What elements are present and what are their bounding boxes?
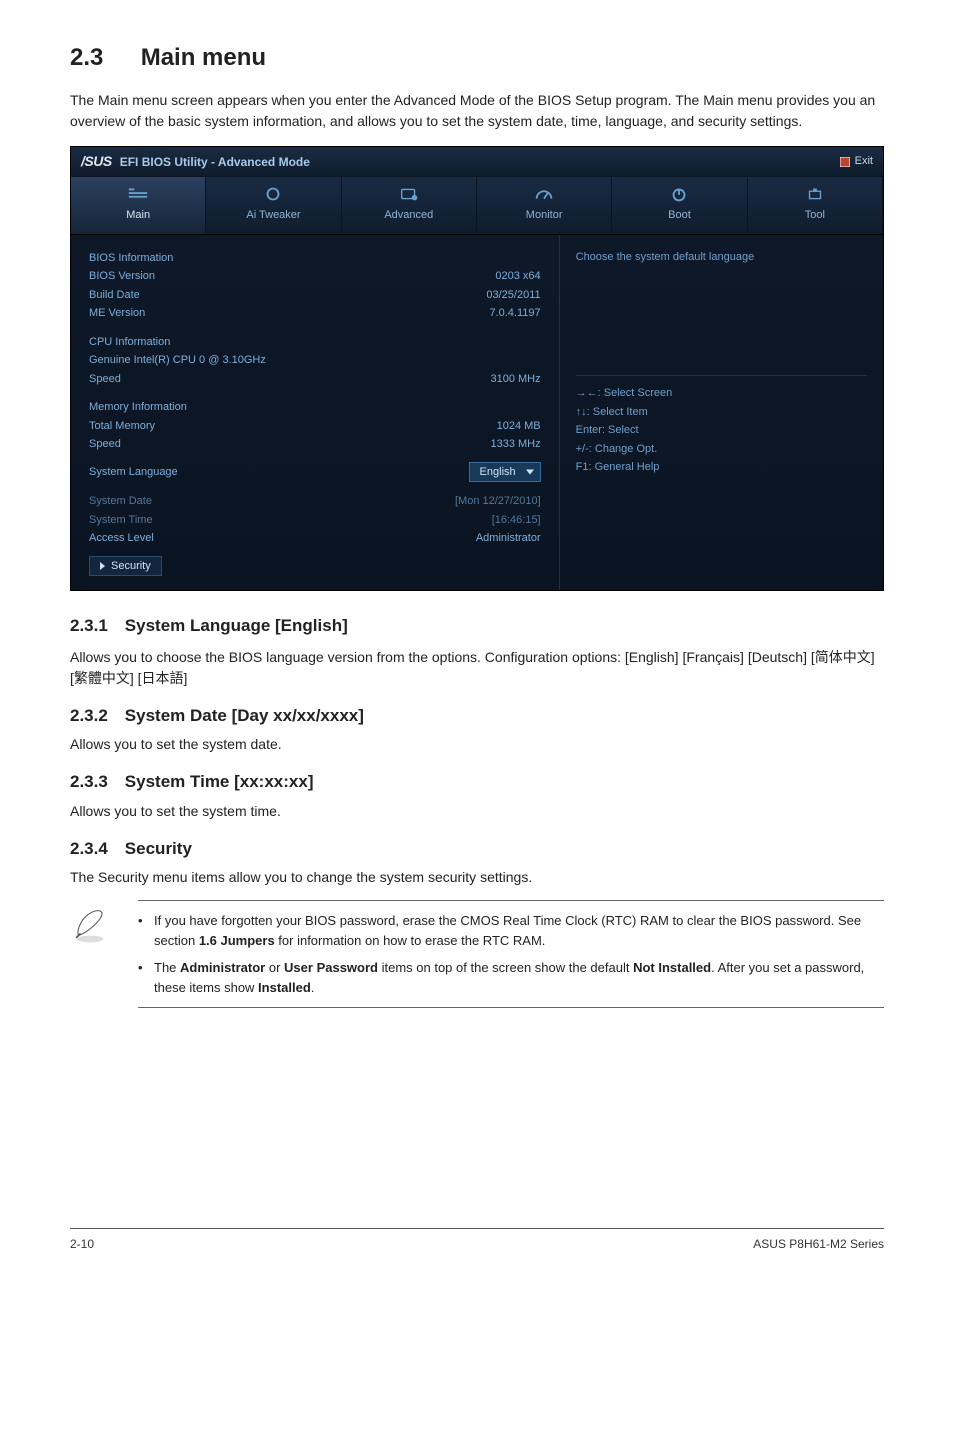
heading-231: 2.3.1 System Language [English] (70, 613, 884, 639)
build-date-label: Build Date (89, 287, 140, 304)
system-time-value[interactable]: [16:46:15] (492, 512, 541, 529)
note-item-2: The Administrator or User Password items… (138, 958, 884, 997)
bios-title: EFI BIOS Utility - Advanced Mode (120, 153, 310, 171)
main-icon (127, 185, 149, 203)
mem-info-header: Memory Information (89, 399, 187, 416)
bios-titlebar: /SUS EFI BIOS Utility - Advanced Mode Ex… (71, 147, 883, 177)
build-date-value: 03/25/2011 (486, 287, 540, 304)
system-language-dropdown[interactable]: English (469, 462, 541, 483)
key-hints: →←: Select Screen ↑↓: Select Item Enter:… (576, 384, 867, 477)
exit-icon (840, 157, 850, 167)
ai-tweaker-icon (262, 185, 284, 203)
tab-main-label: Main (126, 209, 150, 221)
tab-monitor-label: Monitor (526, 209, 563, 221)
page-footer: 2-10 ASUS P8H61-M2 Series (70, 1228, 884, 1253)
tool-icon (804, 185, 826, 203)
tab-monitor[interactable]: Monitor (477, 177, 612, 234)
tab-boot-label: Boot (668, 209, 691, 221)
section-heading: 2.3 Main menu (70, 40, 884, 76)
system-time-label: System Time (89, 512, 153, 529)
section-title: Main menu (141, 44, 266, 71)
tab-ai-tweaker[interactable]: Ai Tweaker (206, 177, 341, 234)
body-232: Allows you to set the system date. (70, 734, 884, 755)
security-submenu[interactable]: Security (89, 556, 162, 577)
footer-page: 2-10 (70, 1235, 94, 1253)
hint-select-screen: →←: Select Screen (576, 384, 867, 403)
exit-button[interactable]: Exit (840, 153, 873, 170)
access-level-value: Administrator (476, 530, 541, 547)
me-version-value: 7.0.4.1197 (489, 305, 540, 322)
tab-tool[interactable]: Tool (748, 177, 883, 234)
help-text: Choose the system default language (576, 249, 867, 266)
hint-enter: Enter: Select (576, 421, 867, 440)
me-version-label: ME Version (89, 305, 145, 322)
tab-main[interactable]: Main (71, 177, 206, 234)
cpu-speed-value: 3100 MHz (490, 371, 540, 388)
body-233: Allows you to set the system time. (70, 801, 884, 822)
heading-233: 2.3.3 System Time [xx:xx:xx] (70, 769, 884, 795)
cpu-speed-label: Speed (89, 371, 121, 388)
system-language-label: System Language (89, 464, 178, 481)
hint-select-item: ↑↓: Select Item (576, 403, 867, 422)
tab-advanced-label: Advanced (384, 209, 433, 221)
bios-main-panel: BIOS Information BIOS Version 0203 x64 Bu… (71, 235, 559, 591)
section-intro: The Main menu screen appears when you en… (70, 90, 884, 132)
note-block: If you have forgotten your BIOS password… (70, 900, 884, 1008)
bios-info-header: BIOS Information (89, 250, 173, 267)
footer-product: ASUS P8H61-M2 Series (753, 1235, 884, 1253)
tab-boot[interactable]: Boot (612, 177, 747, 234)
note-item-1: If you have forgotten your BIOS password… (138, 911, 884, 950)
security-label: Security (111, 558, 151, 575)
system-date-value[interactable]: [Mon 12/27/2010] (455, 493, 541, 510)
total-memory-value: 1024 MB (497, 418, 541, 435)
chevron-right-icon (100, 562, 105, 570)
hint-general-help: F1: General Help (576, 458, 867, 477)
hint-change-opt: +/-: Change Opt. (576, 440, 867, 459)
total-memory-label: Total Memory (89, 418, 155, 435)
tab-tool-label: Tool (805, 209, 825, 221)
bios-tabs: Main Ai Tweaker Advanced Monitor Boot To… (71, 177, 883, 235)
cpu-name: Genuine Intel(R) CPU 0 @ 3.10GHz (89, 352, 266, 369)
body-231: Allows you to choose the BIOS language v… (70, 647, 884, 689)
bios-help-panel: Choose the system default language →←: S… (559, 235, 883, 591)
monitor-icon (533, 185, 555, 203)
mem-speed-value: 1333 MHz (490, 436, 540, 453)
bios-version-label: BIOS Version (89, 268, 155, 285)
exit-label: Exit (855, 153, 873, 170)
body-234: The Security menu items allow you to cha… (70, 867, 884, 888)
heading-234: 2.3.4 Security (70, 836, 884, 862)
section-number: 2.3 (70, 44, 103, 71)
cpu-info-header: CPU Information (89, 334, 170, 351)
system-date-label: System Date (89, 493, 152, 510)
tab-ai-tweaker-label: Ai Tweaker (246, 209, 300, 221)
bios-window: /SUS EFI BIOS Utility - Advanced Mode Ex… (70, 146, 884, 591)
boot-icon (668, 185, 690, 203)
access-level-label: Access Level (89, 530, 154, 547)
asus-logo: /SUS (81, 151, 112, 172)
advanced-icon (398, 185, 420, 203)
bios-version-value: 0203 x64 (495, 268, 540, 285)
note-icon (70, 900, 116, 950)
heading-232: 2.3.2 System Date [Day xx/xx/xxxx] (70, 703, 884, 729)
mem-speed-label: Speed (89, 436, 121, 453)
tab-advanced[interactable]: Advanced (342, 177, 477, 234)
